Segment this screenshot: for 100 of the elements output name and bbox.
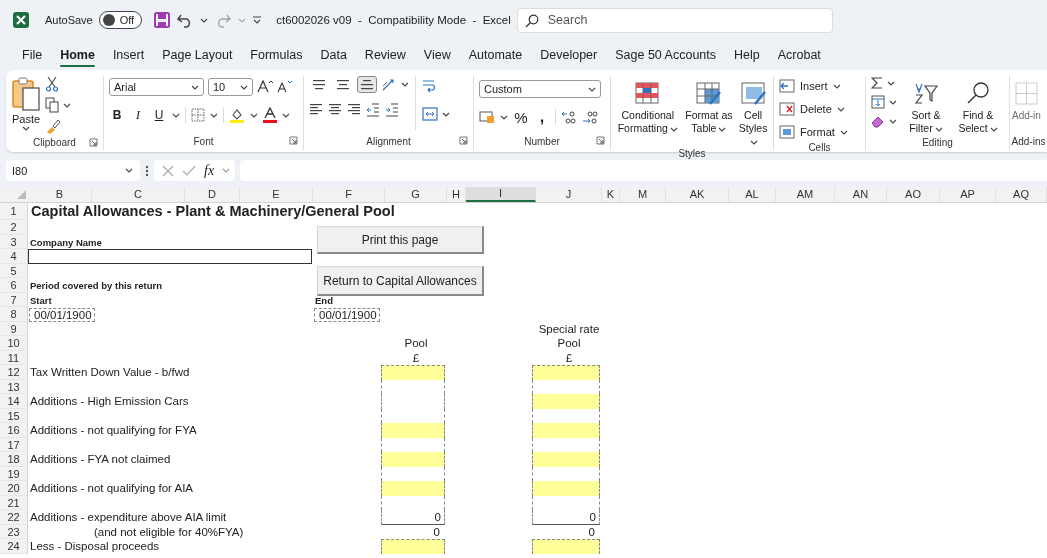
insert-function-button[interactable]: fx [204,162,215,179]
decrease-font-size-icon[interactable] [277,79,292,93]
dialog-launcher-icon[interactable] [89,138,98,147]
ribbon-tab[interactable]: Formulas [241,43,312,67]
row-header[interactable]: 8 [0,307,28,322]
input-cell[interactable] [532,365,600,380]
row-header[interactable]: 6 [0,278,28,293]
caret-icon[interactable] [63,102,71,108]
cells-menu-button[interactable]: Format [779,122,848,142]
fill-color-icon[interactable] [229,107,245,123]
scissors-icon[interactable] [45,76,59,92]
ribbon-tab[interactable]: Automate [459,43,532,67]
caret-icon[interactable] [250,112,258,118]
ribbon-tab[interactable]: Sage 50 Accounts [606,43,725,67]
decrease-decimal-icon[interactable] [582,110,598,124]
caret-icon[interactable] [282,112,290,118]
caret-icon[interactable] [401,82,409,87]
caret-icon[interactable] [22,126,30,131]
row-header[interactable]: 18 [0,452,28,467]
caret-icon[interactable] [588,86,596,92]
caret-icon[interactable] [172,112,180,118]
align-center-icon[interactable] [328,103,342,117]
comma-style-button[interactable]: , [534,108,550,126]
search-field[interactable]: Search [516,7,833,33]
ribbon-tab[interactable]: Page Layout [153,43,242,67]
ribbon-tab[interactable]: Data [311,43,356,67]
caret-icon[interactable] [210,112,218,118]
editing-button[interactable]: Find & Select [955,76,1001,135]
bold-button[interactable]: B [109,106,125,124]
caret-icon[interactable] [934,126,943,132]
ribbon-tab[interactable]: Help [725,43,769,67]
caret-icon[interactable] [889,99,897,105]
borders-icon[interactable] [191,108,205,122]
align-left-icon[interactable] [309,103,323,117]
caret-icon[interactable] [200,17,209,23]
caret-icon[interactable] [191,84,199,90]
increase-font-size-icon[interactable] [257,79,273,93]
format-painter-icon[interactable] [45,118,61,134]
italic-button[interactable]: I [130,106,146,124]
ribbon-tab[interactable]: View [414,43,460,67]
caret-icon[interactable] [718,126,727,132]
row-header[interactable]: 12 [0,365,28,380]
autosave-toggle[interactable]: Off [98,11,143,29]
editing-button[interactable]: Sort & Filter [903,76,949,135]
company-name-field[interactable] [28,249,312,264]
align-button[interactable] [357,76,377,93]
sum-icon[interactable] [871,76,883,90]
underline-button[interactable]: U [151,106,167,124]
eraser-icon[interactable] [871,114,885,128]
row-header[interactable]: 22 [0,510,28,525]
row-header[interactable]: 24 [0,539,28,554]
dialog-launcher-icon[interactable] [596,136,605,145]
caret-icon[interactable] [989,126,998,132]
input-cell[interactable] [381,481,445,496]
caret-icon[interactable] [887,80,895,86]
ribbon-tab[interactable]: Review [355,43,415,67]
row-header[interactable]: 20 [0,481,28,496]
input-cell[interactable] [532,394,600,409]
caret-icon[interactable] [125,168,133,173]
styles-button[interactable]: Format as Table [683,76,735,135]
caret-icon[interactable] [442,111,450,117]
input-cell[interactable] [381,539,445,554]
caret-icon[interactable] [500,114,508,120]
caret-icon[interactable] [832,83,841,89]
paste-button[interactable]: Paste [11,76,41,131]
font-size-field[interactable]: 10 [208,78,253,96]
styles-button[interactable]: Cell Styles [736,76,770,148]
ribbon-tab[interactable]: Developer [531,43,607,67]
decrease-indent-icon[interactable] [366,103,380,117]
cells-menu-button[interactable]: Insert [779,76,848,96]
row-header[interactable]: 16 [0,423,28,438]
caret-icon[interactable] [889,118,897,124]
customize-toolbar-icon[interactable] [252,15,263,25]
styles-button[interactable]: Conditional Formatting [614,76,682,135]
caret-icon[interactable] [836,106,845,112]
number-format-field[interactable]: Custom [479,80,601,98]
dialog-launcher-icon[interactable] [289,136,298,145]
row-header[interactable]: 10 [0,336,28,351]
percent-style-button[interactable]: % [513,108,529,126]
date-cell[interactable]: 00/01/1900 [29,308,95,322]
more-options-icon[interactable] [145,164,149,177]
font-name-field[interactable]: Arial [109,78,204,96]
save-icon[interactable] [154,12,171,28]
return-button[interactable]: Return to Capital Allowances [317,266,484,296]
row-header[interactable]: 1 [0,203,28,220]
copy-icon[interactable] [45,97,59,113]
align-right-icon[interactable] [347,103,361,117]
name-box[interactable]: I80 [6,160,140,181]
ribbon-tab[interactable]: Home [51,43,104,67]
fill-down-icon[interactable] [871,95,885,109]
column-header[interactable]: I [466,187,536,202]
cells-menu-button[interactable]: Delete [779,99,848,119]
ribbon-tab[interactable]: Acrobat [768,43,830,67]
row-header[interactable]: 14 [0,394,28,409]
text-orientation-icon[interactable] [381,77,397,92]
input-cell[interactable] [532,539,600,554]
input-cell[interactable] [532,481,600,496]
ribbon-tab[interactable]: Insert [103,43,154,67]
input-cell[interactable] [381,365,445,380]
dialog-launcher-icon[interactable] [459,136,468,145]
